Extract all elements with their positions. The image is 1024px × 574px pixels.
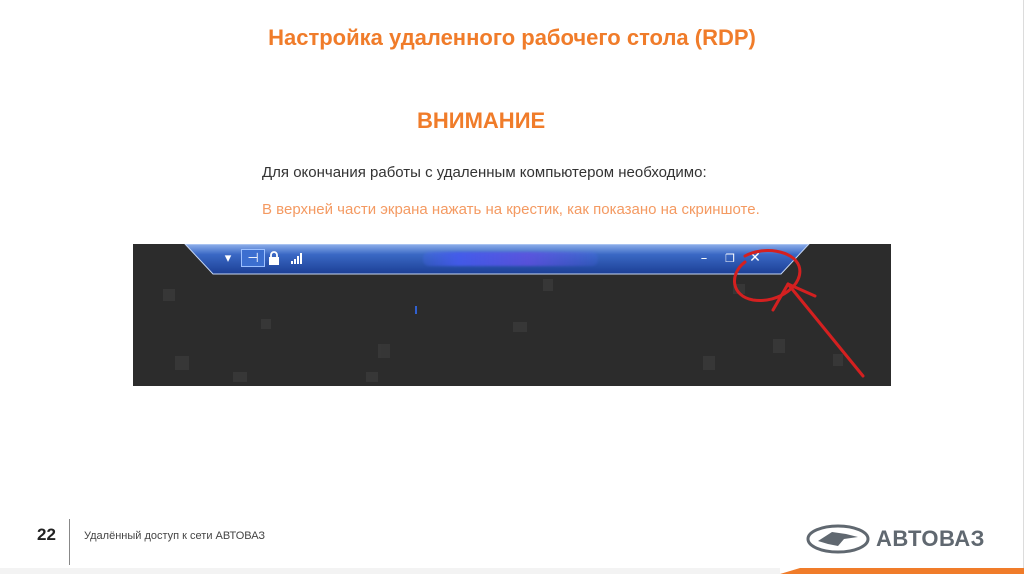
host-name-blurred xyxy=(423,252,598,266)
avtovaz-logo: АВТОВАЗ xyxy=(806,522,986,556)
rdp-screenshot: ▾ ⊣ – ❐ ✕ xyxy=(133,244,891,386)
footer-caption: Удалённый доступ к сети АВТОВАЗ xyxy=(84,530,266,542)
minimize-icon[interactable]: – xyxy=(697,249,711,267)
restore-icon[interactable]: ❐ xyxy=(723,249,737,267)
signal-icon xyxy=(290,249,304,267)
slide-title: Настройка удаленного рабочего стола (RDP… xyxy=(268,25,756,50)
instruction-text: Для окончания работы с удаленным компьют… xyxy=(262,164,707,181)
logo-text: АВТОВАЗ xyxy=(876,526,985,551)
pin-icon[interactable]: ⊣ xyxy=(241,249,265,267)
attention-heading: ВНИМАНИЕ xyxy=(417,108,546,133)
lada-boat-icon xyxy=(806,524,870,554)
slide: Настройка удаленного рабочего стола (RDP… xyxy=(0,0,1024,574)
lock-icon xyxy=(267,249,281,267)
footer-divider xyxy=(69,519,70,565)
step-text: В верхней части экрана нажать на крестик… xyxy=(262,201,760,218)
page-number: 22 xyxy=(37,525,56,544)
dropdown-icon[interactable]: ▾ xyxy=(221,249,235,267)
close-icon[interactable]: ✕ xyxy=(747,249,763,267)
bottom-stripe xyxy=(0,568,1024,574)
